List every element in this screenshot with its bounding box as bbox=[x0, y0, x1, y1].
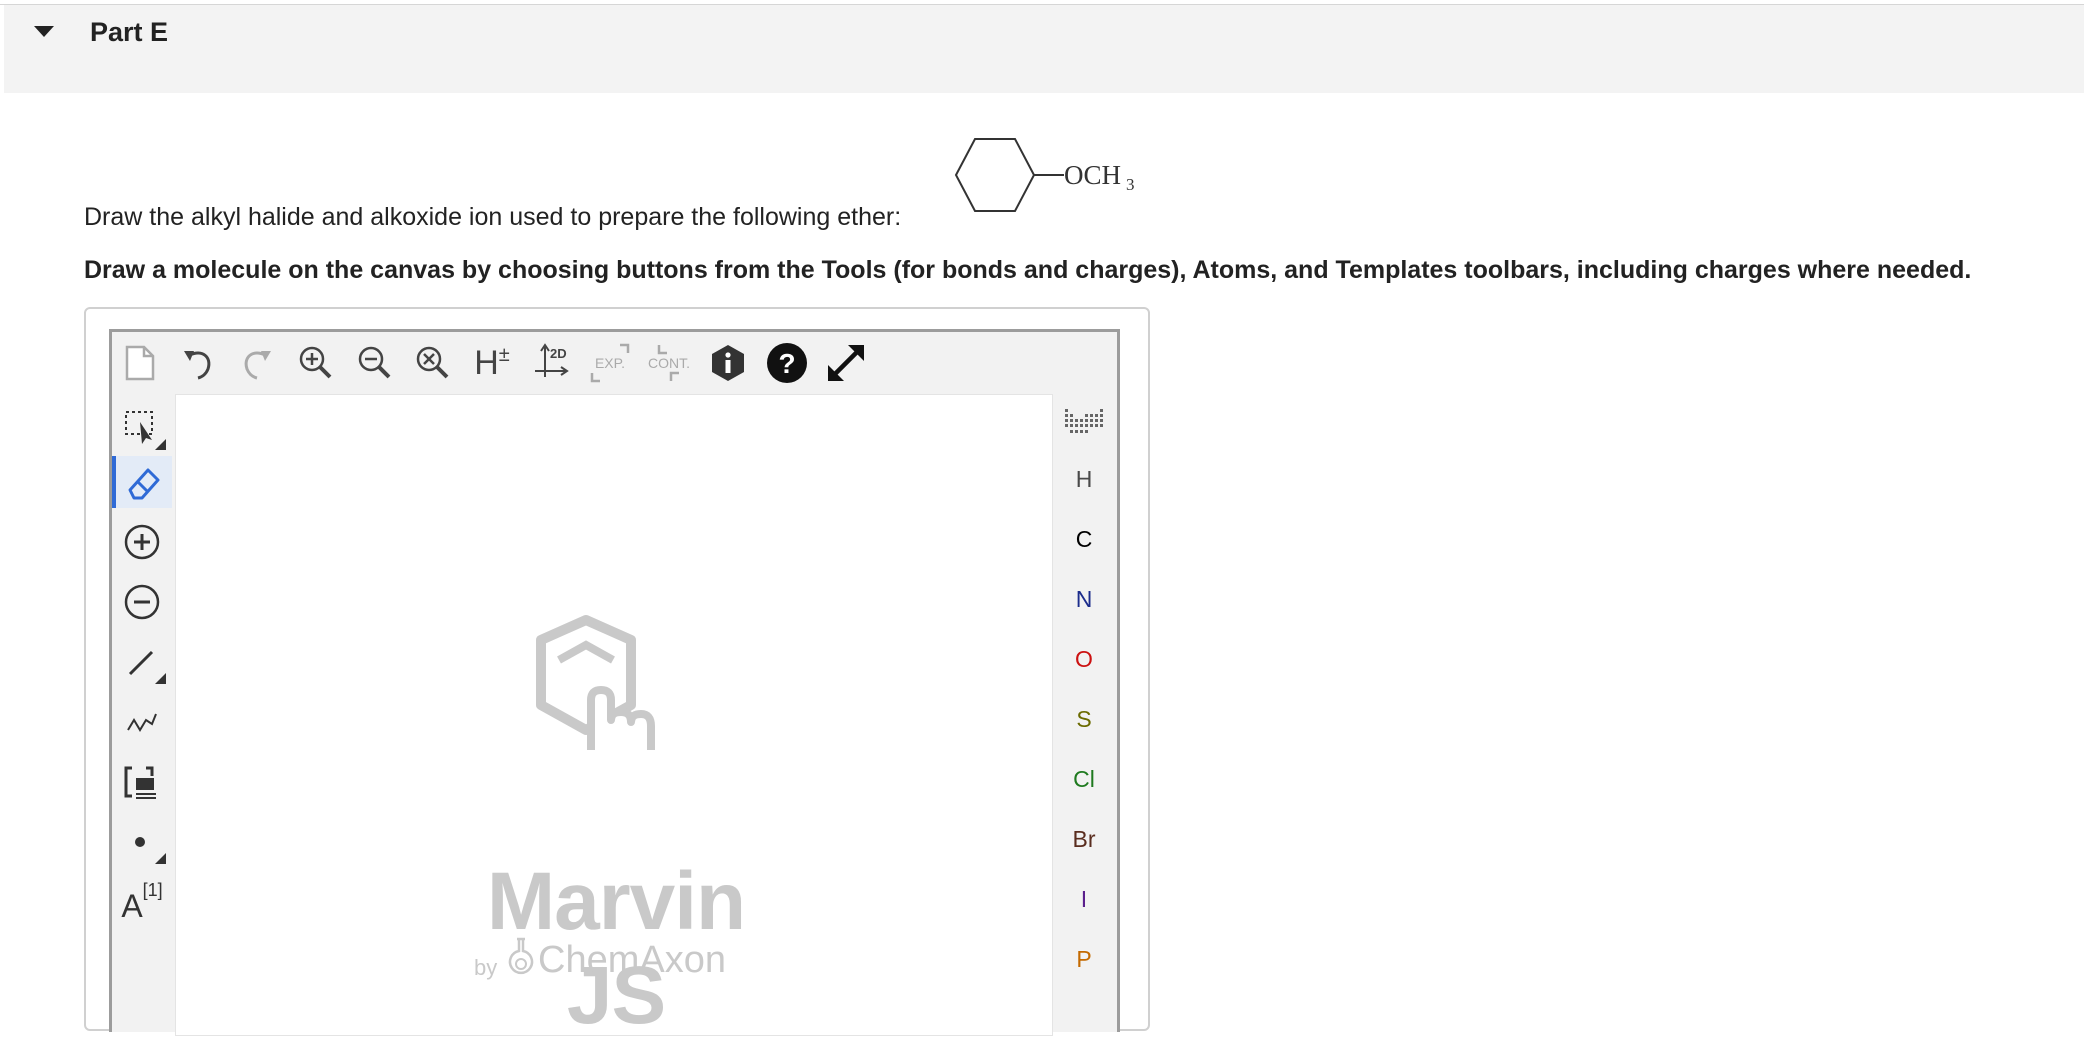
erase-tool[interactable] bbox=[112, 456, 172, 508]
dropdown-corner-icon bbox=[155, 853, 166, 864]
watermark-by: by bbox=[474, 955, 498, 980]
atom-symbol: O bbox=[1075, 645, 1093, 672]
radical-tool[interactable] bbox=[116, 816, 168, 868]
plus-charge-icon bbox=[124, 524, 160, 560]
drawing-canvas[interactable]: Marvin JS by ChemAxon bbox=[175, 394, 1053, 1041]
atom-symbol: P bbox=[1076, 945, 1092, 972]
periodic-table-icon bbox=[1065, 409, 1103, 433]
atom-button-h[interactable]: H bbox=[1054, 454, 1114, 504]
chemaxon-flask-icon bbox=[508, 937, 534, 975]
fullscreen-icon bbox=[828, 345, 864, 381]
marvin-watermark: Marvin JS by ChemAxon bbox=[446, 615, 806, 1041]
about-button[interactable] bbox=[705, 340, 751, 386]
zoom-in-button[interactable] bbox=[293, 340, 339, 386]
text-tool[interactable]: A [1] bbox=[116, 874, 168, 926]
clean-2d-label: 2D bbox=[550, 346, 567, 361]
single-bond-tool[interactable] bbox=[116, 636, 168, 688]
collapse-caret-icon[interactable] bbox=[34, 26, 54, 37]
undo-button[interactable] bbox=[175, 340, 221, 386]
atom-button-n[interactable]: N bbox=[1054, 574, 1114, 624]
atom-button-i[interactable]: I bbox=[1054, 874, 1114, 924]
expand-groups-button[interactable]: EXP. bbox=[587, 340, 633, 386]
svg-text:?: ? bbox=[778, 348, 795, 379]
info-icon bbox=[712, 345, 744, 381]
eraser-icon bbox=[128, 468, 160, 500]
minus-charge-icon bbox=[124, 584, 160, 620]
marvin-sketcher: H ± 2D EXP. CONT. ? A [1] Marvin JS by C… bbox=[109, 329, 1120, 1041]
new-document-icon bbox=[125, 345, 155, 381]
new-document-button[interactable] bbox=[117, 340, 163, 386]
periodic-table-button[interactable] bbox=[1054, 396, 1114, 446]
sgroup-bracket-tool[interactable] bbox=[116, 756, 168, 808]
ether-structure: OCH 3 bbox=[940, 125, 1140, 220]
atom-symbol: H bbox=[1075, 465, 1093, 492]
atom-button-cl[interactable]: Cl bbox=[1054, 754, 1114, 804]
marvin-logo-icon bbox=[536, 615, 655, 750]
atom-symbol: N bbox=[1075, 585, 1093, 612]
top-toolbar: H ± 2D EXP. CONT. ? bbox=[112, 332, 1117, 394]
contract-bracket-icon bbox=[657, 345, 679, 381]
zoom-reset-button[interactable] bbox=[410, 340, 456, 386]
watermark-company: ChemAxon bbox=[538, 939, 726, 981]
left-toolbar: A [1] bbox=[112, 394, 172, 1034]
redo-icon bbox=[244, 351, 271, 380]
text-tool-label: A bbox=[121, 887, 143, 924]
atom-symbol: I bbox=[1080, 885, 1088, 912]
fullscreen-button[interactable] bbox=[823, 340, 869, 386]
help-button[interactable]: ? bbox=[764, 340, 810, 386]
cyclohexane-ring-icon: OCH 3 bbox=[954, 138, 1135, 212]
zoom-reset-icon bbox=[416, 346, 449, 379]
atom-symbol: Cl bbox=[1073, 765, 1095, 792]
chain-icon bbox=[127, 713, 157, 732]
redo-button[interactable] bbox=[234, 340, 280, 386]
positive-charge-tool[interactable] bbox=[116, 516, 168, 568]
zoom-in-icon bbox=[299, 346, 332, 379]
chain-tool[interactable] bbox=[116, 696, 168, 748]
dropdown-corner-icon bbox=[155, 439, 166, 450]
clean-2d-button[interactable]: 2D bbox=[528, 340, 574, 386]
text-tool-sup: [1] bbox=[142, 879, 163, 900]
atom-symbol: S bbox=[1076, 705, 1092, 732]
zoom-out-button[interactable] bbox=[352, 340, 398, 386]
question-prompt: Draw the alkyl halide and alkoxide ion u… bbox=[84, 203, 902, 231]
expand-bracket-icon bbox=[590, 343, 630, 383]
undo-icon bbox=[184, 351, 211, 380]
help-icon: ? bbox=[767, 343, 807, 383]
hydrogen-toggle-sup: ± bbox=[498, 343, 510, 366]
ether-substituent-label: OCH bbox=[1064, 160, 1121, 190]
bracket-icon bbox=[124, 766, 156, 799]
atom-button-o[interactable]: O bbox=[1054, 634, 1114, 684]
ether-substituent-subscript: 3 bbox=[1126, 175, 1135, 194]
selection-tool[interactable] bbox=[116, 402, 168, 454]
dropdown-corner-icon bbox=[155, 673, 166, 684]
hydrogen-toggle-button[interactable]: H ± bbox=[469, 340, 515, 386]
hydrogen-toggle-label: H bbox=[474, 343, 499, 382]
contract-groups-button[interactable]: CONT. bbox=[646, 340, 692, 386]
atom-button-br[interactable]: Br bbox=[1054, 814, 1114, 864]
atom-button-c[interactable]: C bbox=[1054, 514, 1114, 564]
atom-symbol: Br bbox=[1072, 825, 1096, 852]
atom-button-s[interactable]: S bbox=[1054, 694, 1114, 744]
part-title: Part E bbox=[90, 17, 169, 47]
part-header[interactable]: Part E bbox=[4, 5, 2084, 93]
atoms-toolbar: H C N O S Cl Br I P bbox=[1054, 394, 1114, 1034]
atom-button-p[interactable]: P bbox=[1054, 934, 1114, 984]
negative-charge-tool[interactable] bbox=[116, 576, 168, 628]
instructions: Draw a molecule on the canvas by choosin… bbox=[84, 256, 1972, 284]
atom-symbol: C bbox=[1075, 525, 1093, 552]
zoom-out-icon bbox=[358, 346, 391, 379]
